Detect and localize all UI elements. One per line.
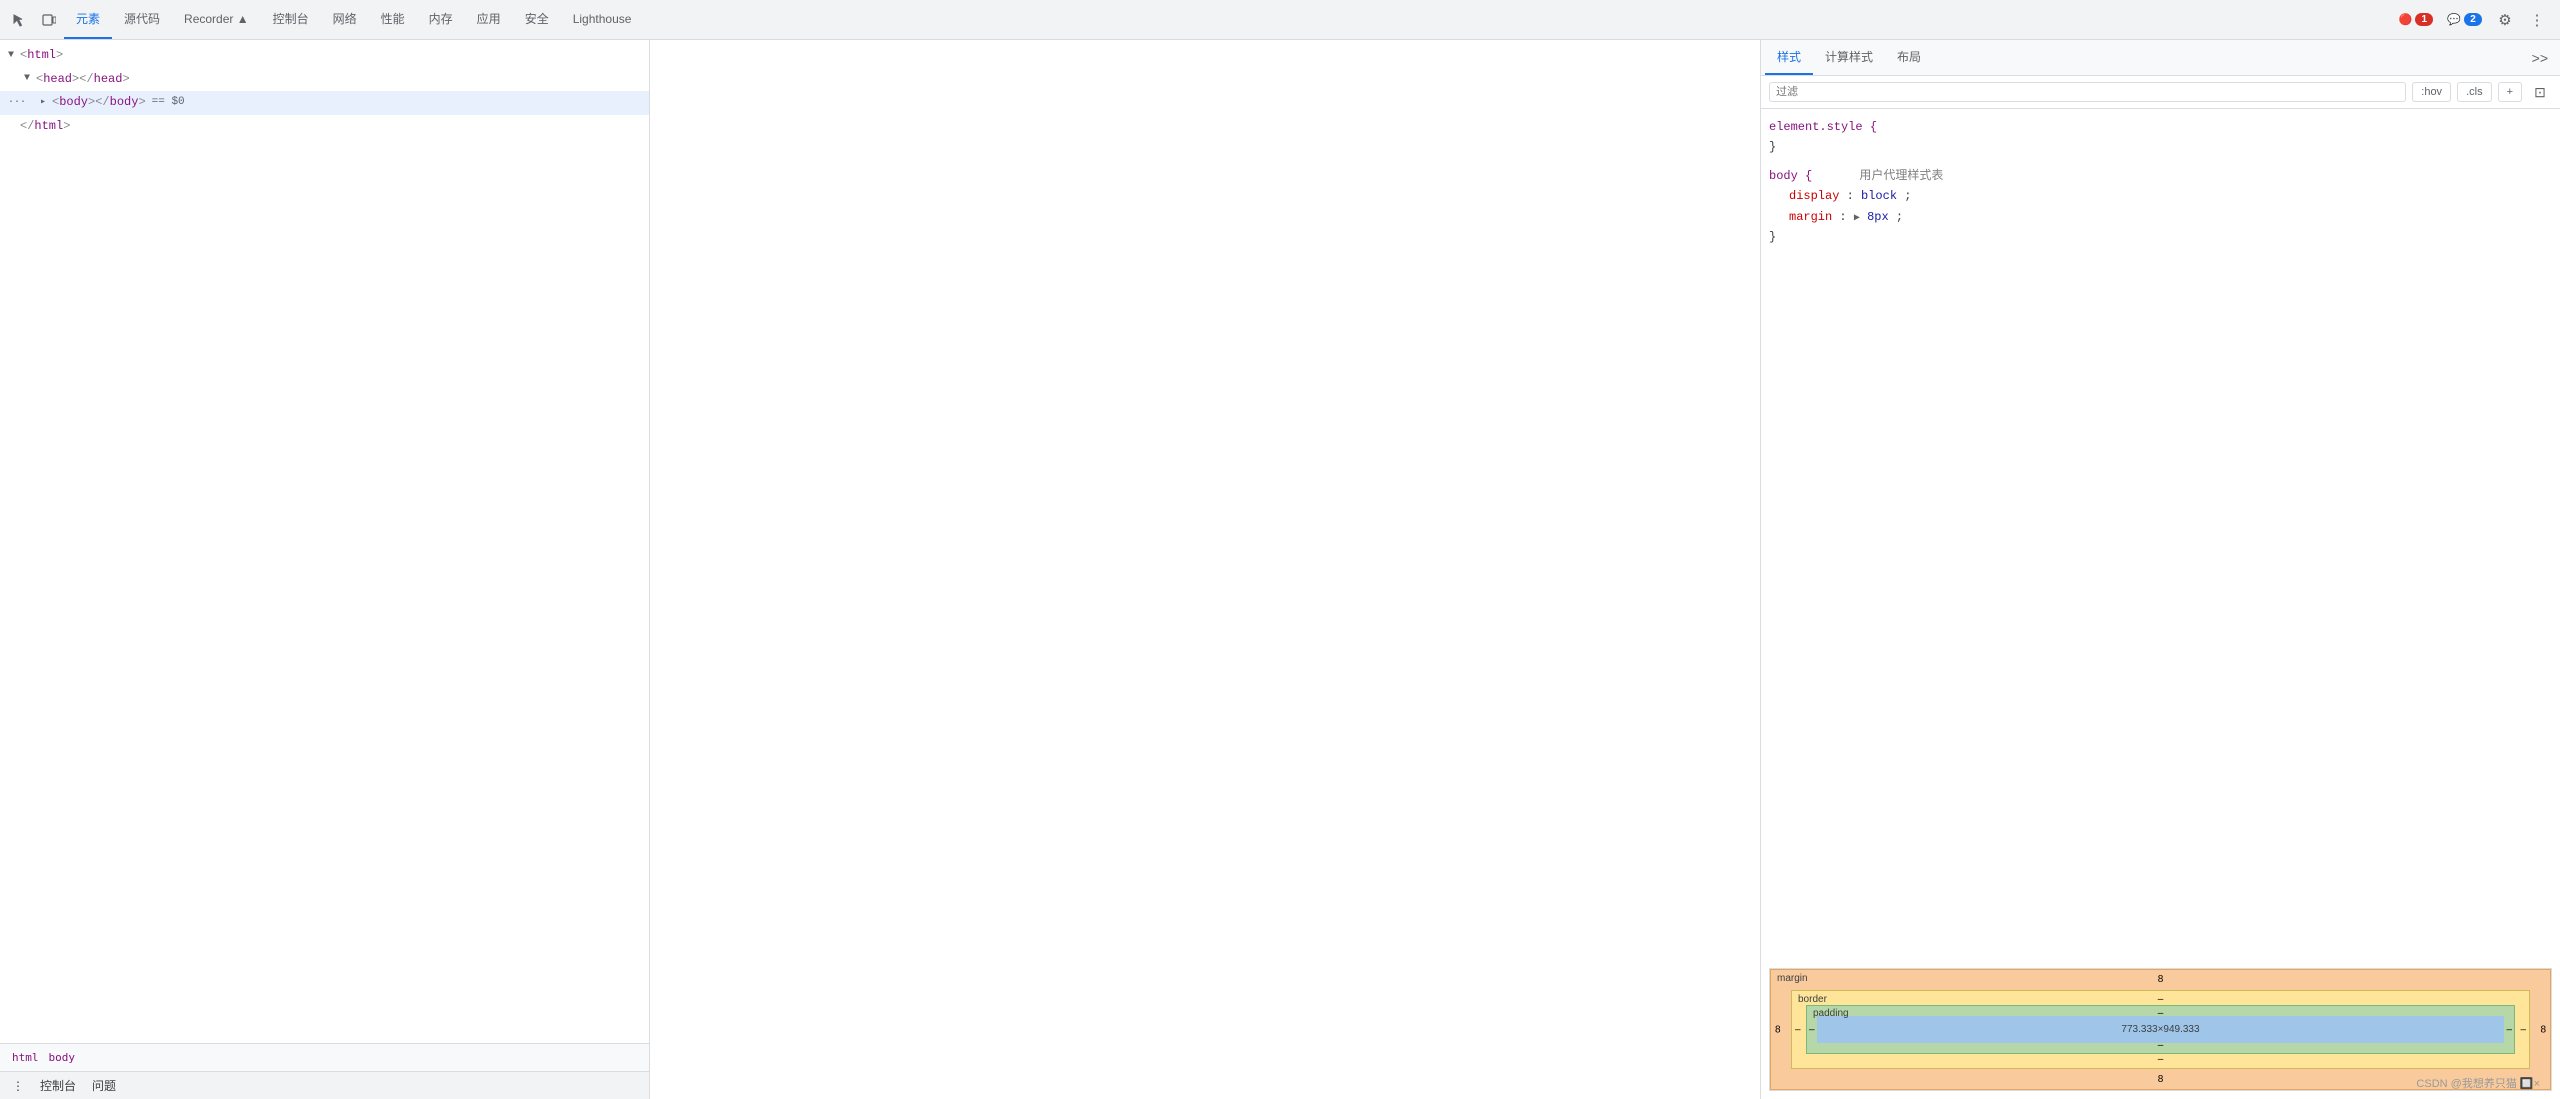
more-vertical-icon: ⋮ xyxy=(2530,11,2545,29)
expand-icon: ⊡ xyxy=(2534,84,2546,101)
box-model-outer: margin 8 8 8 8 border – – – – padding – xyxy=(1770,969,2551,1090)
tab-application[interactable]: 应用 xyxy=(465,0,513,39)
watermark: CSDN @我想养只猫 🔲× xyxy=(2416,1075,2540,1091)
tab-computed[interactable]: 计算样式 xyxy=(1813,40,1885,75)
hov-filter-btn[interactable]: :hov xyxy=(2412,82,2451,102)
warning-icon: 💬 xyxy=(2447,13,2461,26)
devtools-right-icons: 🔴 1 💬 2 ⚙ ⋮ xyxy=(2393,6,2556,34)
warning-badge-btn[interactable]: 💬 2 xyxy=(2441,11,2488,28)
expand-icon-body[interactable]: ▸ xyxy=(40,94,52,112)
tab-memory[interactable]: 内存 xyxy=(417,0,465,39)
padding-label: padding xyxy=(1813,1008,1849,1019)
gear-icon: ⚙ xyxy=(2498,11,2511,29)
console-menu-icon-btn[interactable]: ⋮ xyxy=(8,1077,28,1095)
tree-row-body[interactable]: ··· ▸ <body></body> == $0 xyxy=(0,91,649,115)
styles-content: element.style { } body { 用户代理样式表 display… xyxy=(1761,109,2560,960)
border-bottom-value[interactable]: – xyxy=(2158,1054,2164,1065)
styles-tabs-more-btn[interactable]: >> xyxy=(2524,46,2556,70)
margin-label: margin xyxy=(1777,973,1808,984)
style-prop-margin[interactable]: margin xyxy=(1789,210,1832,224)
box-model-border: border – – – – padding – – – – 773.3 xyxy=(1791,990,2530,1069)
border-right-value[interactable]: – xyxy=(2520,1024,2526,1035)
tab-security[interactable]: 安全 xyxy=(513,0,561,39)
app-container: 元素 源代码 Recorder ▲ 控制台 网络 性能 内存 应用 xyxy=(0,0,2560,1099)
elements-panel: ▼ <html> ▼ <head></head> ··· ▸ <body></b… xyxy=(0,40,650,1099)
error-icon: 🔴 xyxy=(2399,13,2413,26)
padding-bottom-value[interactable]: – xyxy=(2158,1040,2164,1051)
error-badge-btn[interactable]: 🔴 1 xyxy=(2393,11,2440,28)
tab-lighthouse[interactable]: Lighthouse xyxy=(561,0,644,39)
html-tree: ▼ <html> ▼ <head></head> ··· ▸ <body></b… xyxy=(0,40,649,1043)
tab-sources[interactable]: 源代码 xyxy=(112,0,172,39)
border-left-value[interactable]: – xyxy=(1795,1024,1801,1035)
tab-styles[interactable]: 样式 xyxy=(1765,40,1813,75)
console-bar: ⋮ 控制台 问题 xyxy=(0,1071,649,1099)
devtools-bar: 元素 源代码 Recorder ▲ 控制台 网络 性能 内存 应用 xyxy=(0,0,2560,40)
box-model-padding: padding – – – – 773.333×949.333 xyxy=(1806,1005,2515,1054)
three-dots-icon: ⋮ xyxy=(12,1079,24,1093)
expand-icon-html[interactable]: ▼ xyxy=(8,47,20,65)
tree-row-html-close[interactable]: ▼ </html> xyxy=(0,115,649,139)
more-options-icon-btn[interactable]: ⋮ xyxy=(2523,6,2551,34)
cls-filter-btn[interactable]: .cls xyxy=(2457,82,2492,102)
devtools-main: ▼ <html> ▼ <head></head> ··· ▸ <body></b… xyxy=(0,40,2560,1099)
margin-top-value[interactable]: 8 xyxy=(2158,974,2164,985)
margin-bottom-value[interactable]: 8 xyxy=(2158,1074,2164,1085)
style-rule-element: element.style { } xyxy=(1769,117,2552,158)
expand-styles-btn[interactable]: ⊡ xyxy=(2528,80,2552,104)
style-prop-display[interactable]: display xyxy=(1789,189,1839,203)
padding-left-value[interactable]: – xyxy=(1809,1024,1815,1035)
selected-indicator: == $0 xyxy=(152,93,185,113)
error-count-badge: 1 xyxy=(2415,13,2433,26)
tree-row-html[interactable]: ▼ <html> xyxy=(0,44,649,68)
styles-tabs: 样式 计算样式 布局 >> xyxy=(1761,40,2560,76)
style-rule-body: body { 用户代理样式表 display : block ; margin … xyxy=(1769,166,2552,248)
breadcrumb-html[interactable]: html xyxy=(8,1049,43,1066)
tab-network[interactable]: 网络 xyxy=(321,0,369,39)
breadcrumb-bar: html body xyxy=(0,1043,649,1071)
margin-left-value[interactable]: 8 xyxy=(1775,1024,1781,1035)
browser-viewport xyxy=(650,40,1760,1099)
tab-recorder[interactable]: Recorder ▲ xyxy=(172,0,261,39)
filter-bar: :hov .cls + ⊡ xyxy=(1761,76,2560,109)
console-tab-btn[interactable]: 控制台 xyxy=(36,1075,80,1096)
border-label: border xyxy=(1798,994,1827,1005)
breadcrumb-body[interactable]: body xyxy=(45,1049,80,1066)
tree-row-head[interactable]: ▼ <head></head> xyxy=(0,68,649,92)
tab-layout[interactable]: 布局 xyxy=(1885,40,1933,75)
box-model-section: margin 8 8 8 8 border – – – – padding – xyxy=(1769,968,2552,1091)
tab-elements[interactable]: 元素 xyxy=(64,0,112,39)
margin-right-value[interactable]: 8 xyxy=(2540,1024,2546,1035)
warning-count-badge: 2 xyxy=(2464,13,2482,26)
content-size-value: 773.333×949.333 xyxy=(2121,1024,2199,1035)
settings-icon-btn[interactable]: ⚙ xyxy=(2491,6,2519,34)
box-model-content: 773.333×949.333 xyxy=(1817,1016,2504,1043)
expand-icon-head[interactable]: ▼ xyxy=(24,70,36,88)
padding-right-value[interactable]: – xyxy=(2506,1024,2512,1035)
tab-performance[interactable]: 性能 xyxy=(369,0,417,39)
padding-top-value[interactable]: – xyxy=(2158,1008,2164,1019)
border-top-value[interactable]: – xyxy=(2158,994,2164,1005)
filter-input[interactable] xyxy=(1769,82,2406,102)
devtools-tabs: 元素 源代码 Recorder ▲ 控制台 网络 性能 内存 应用 xyxy=(64,0,2393,39)
margin-expand-icon[interactable]: ▶ xyxy=(1854,213,1860,224)
tab-console[interactable]: 控制台 xyxy=(261,0,321,39)
device-toggle-btn[interactable] xyxy=(35,6,63,34)
styles-panel: 样式 计算样式 布局 >> :hov .cls + ⊡ xyxy=(1760,40,2560,1099)
issues-tab-btn[interactable]: 问题 xyxy=(88,1075,120,1096)
add-style-btn[interactable]: + xyxy=(2498,82,2522,102)
inspect-icon-btn[interactable] xyxy=(5,6,33,34)
